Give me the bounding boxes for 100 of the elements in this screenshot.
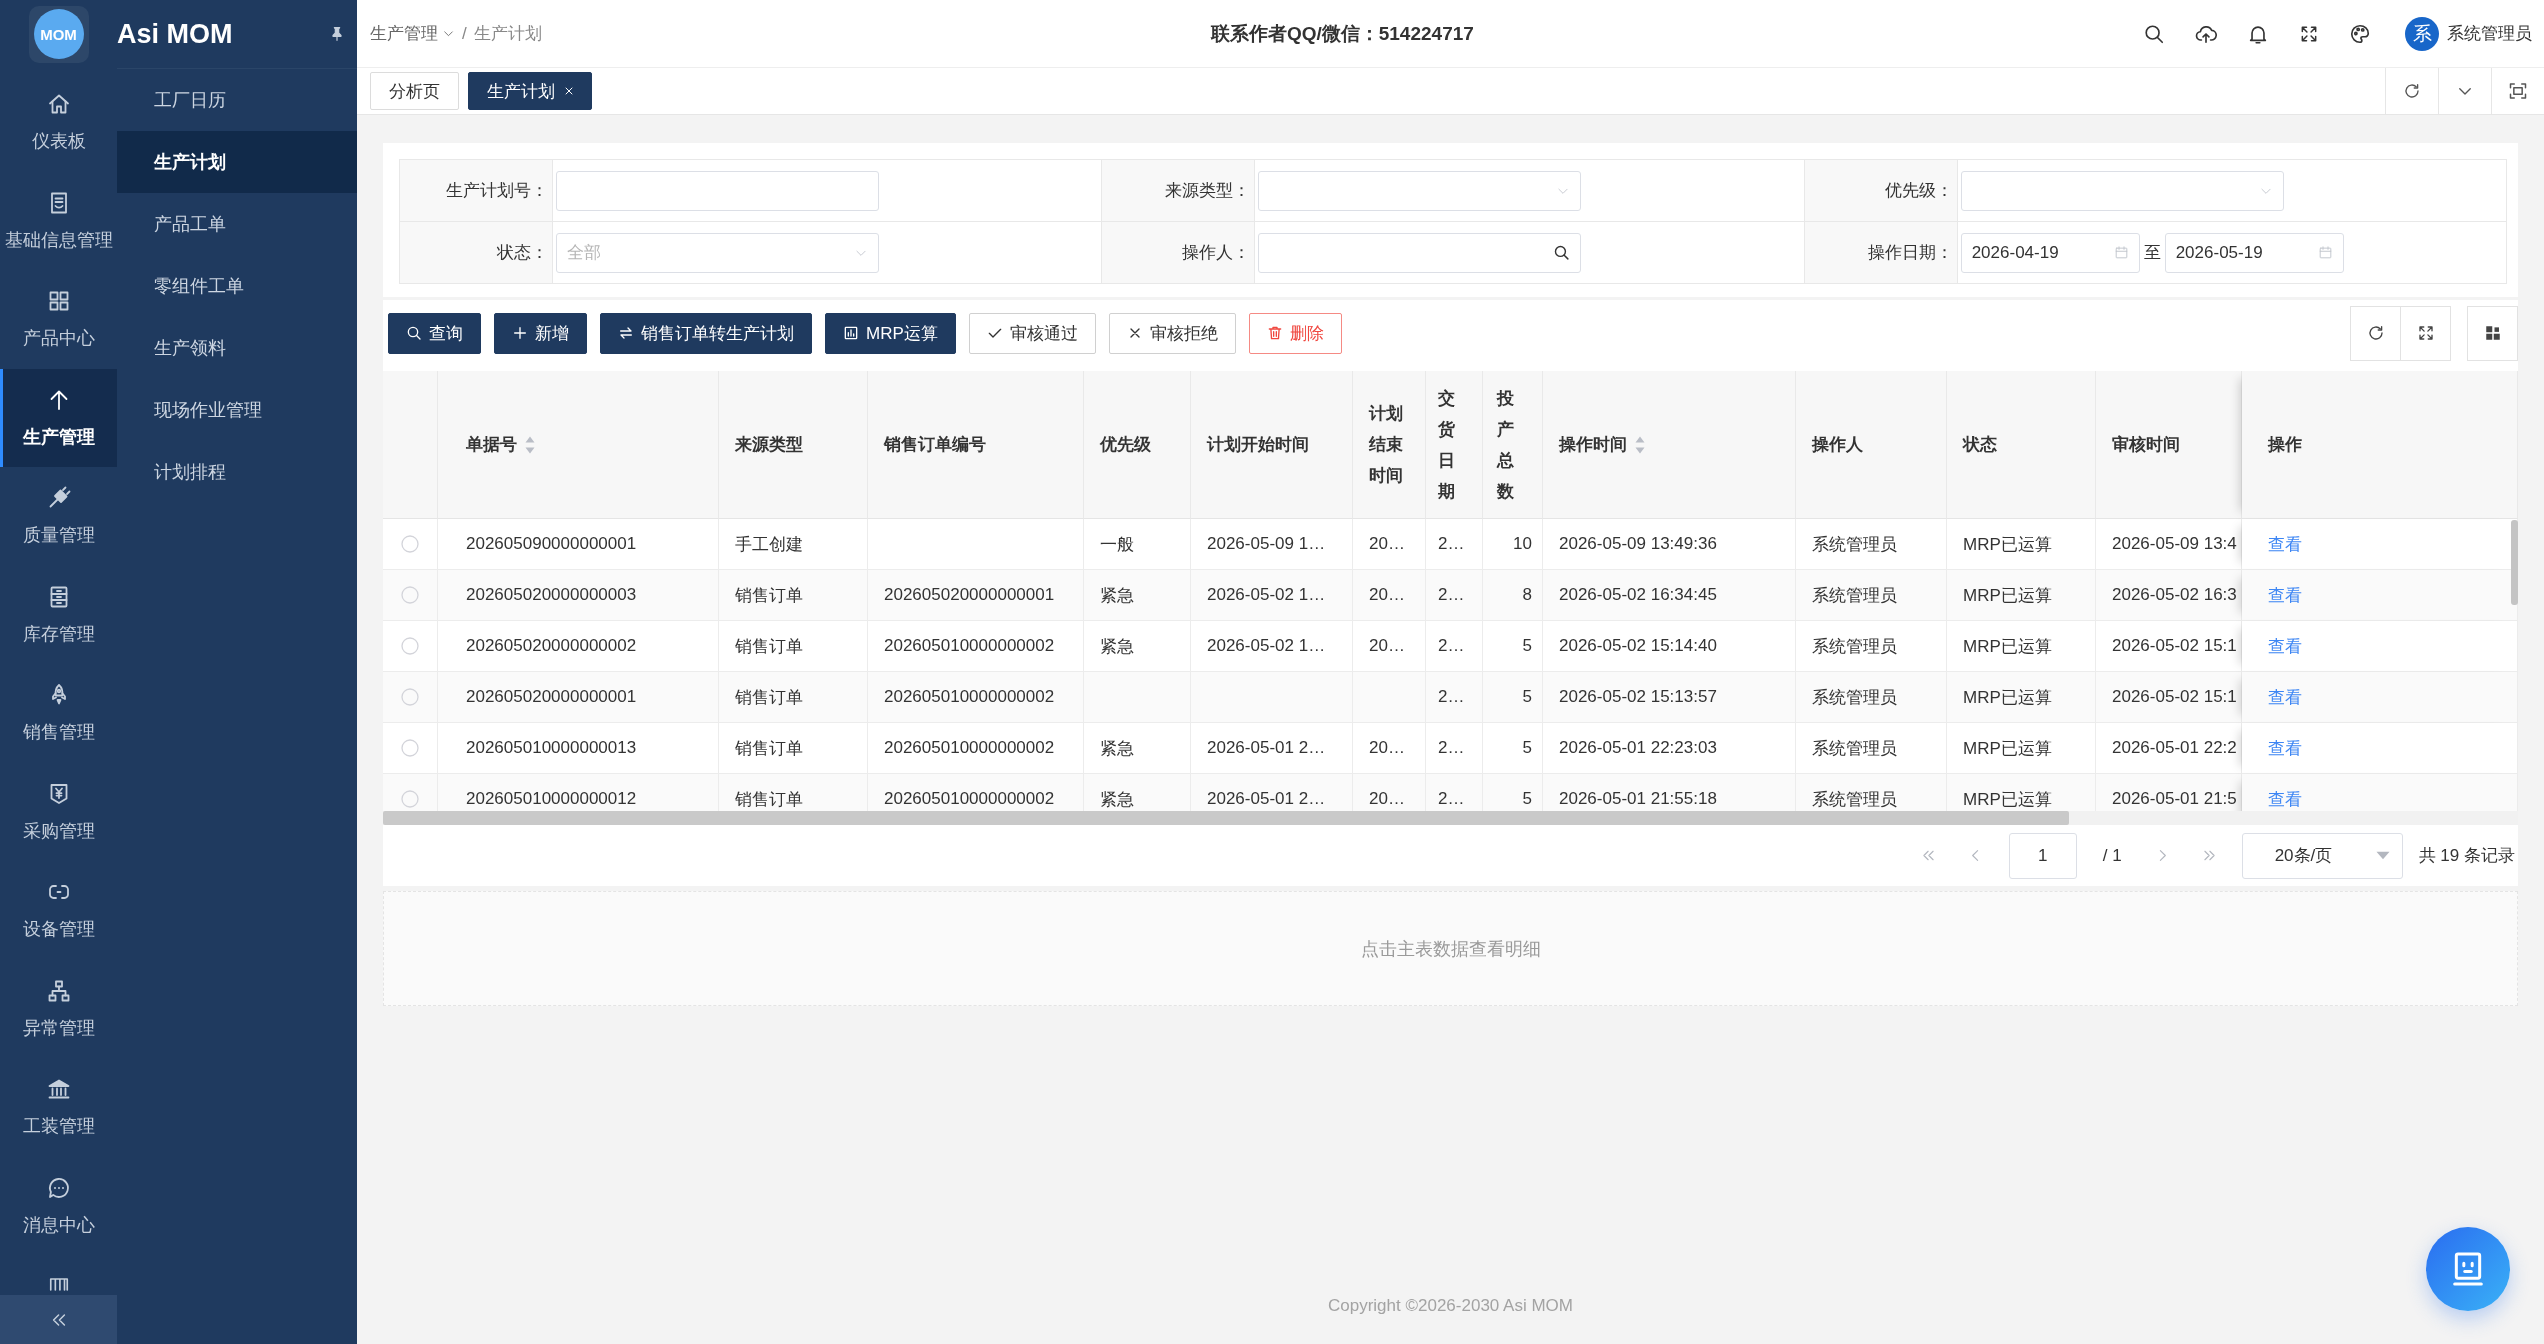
nav-item[interactable]: 采购管理 <box>0 762 117 861</box>
view-link[interactable]: 查看 <box>2268 636 2302 656</box>
tab[interactable]: 分析页 <box>370 72 459 110</box>
nav-item[interactable]: 仪表板 <box>0 73 117 172</box>
radio-button[interactable] <box>401 535 419 553</box>
toolbar-button[interactable]: 审核通过 <box>968 312 1096 354</box>
toolbar-button[interactable]: 查询 <box>388 312 481 354</box>
table-cell: MRP已运算 <box>1947 774 2096 811</box>
submenu-item[interactable]: 零组件工单 <box>117 255 357 317</box>
view-link[interactable]: 查看 <box>2268 687 2302 707</box>
nav-item[interactable]: 产品中心 <box>0 270 117 369</box>
nav-item[interactable]: 设备管理 <box>0 861 117 960</box>
column-header: 计划结束时间 <box>1369 403 1403 487</box>
submenu-item[interactable]: 现场作业管理 <box>117 379 357 441</box>
toolbar-button[interactable]: MRP运算 <box>825 312 956 354</box>
scrollbar-thumb[interactable] <box>2511 520 2518 605</box>
calendar-icon <box>2113 245 2129 260</box>
search-field[interactable] <box>1258 232 1582 273</box>
nav-item[interactable]: 基础信息管理 <box>0 171 117 270</box>
refresh-button[interactable] <box>2350 305 2401 361</box>
submenu-item[interactable]: 生产领料 <box>117 317 357 379</box>
breadcrumb-link[interactable]: 生产管理 <box>370 22 455 45</box>
app-logo: MOM <box>28 5 89 63</box>
table-cell: MRP已运算 <box>1947 621 2096 672</box>
nav-item[interactable]: 消息中心 <box>0 1156 117 1255</box>
submenu-item[interactable]: 工厂日历 <box>117 69 357 131</box>
table-cell: 20… <box>1353 519 1426 570</box>
submenu-item[interactable]: 产品工单 <box>117 193 357 255</box>
view-link[interactable]: 查看 <box>2268 738 2302 758</box>
close-icon[interactable] <box>563 85 575 97</box>
page-input[interactable]: 1 <box>2008 832 2077 879</box>
date-field[interactable]: 2026-04-19 <box>1960 232 2140 273</box>
avatar[interactable]: 系 <box>2405 16 2439 51</box>
hint-text: 点击主表数据查看明细 <box>1360 937 1541 961</box>
palette-icon[interactable] <box>2349 22 2371 45</box>
table-cell: 紧急 <box>1084 774 1191 811</box>
column-header: 交货日期 <box>1438 387 1455 503</box>
table-cell: MRP已运算 <box>1947 570 2096 621</box>
table-cell: 202605090000000001 <box>438 519 719 570</box>
column-header: 计划开始时间 <box>1207 434 1309 456</box>
table-cell: 2026-05-02 16:34:45 <box>1543 570 1796 621</box>
fullscreen-button[interactable] <box>2400 305 2451 361</box>
table-cell: 2… <box>1426 570 1483 621</box>
nav-item[interactable]: 生产管理 <box>0 368 117 467</box>
search-icon[interactable] <box>2143 22 2165 45</box>
trash-icon <box>1266 325 1283 341</box>
table-cell: 系统管理员 <box>1796 774 1947 811</box>
record-count: 共 19 条记录 <box>2418 845 2515 867</box>
toolbar-button[interactable]: 新增 <box>494 312 587 354</box>
table-cell: 2… <box>1426 519 1483 570</box>
nav-item[interactable]: 质量管理 <box>0 467 117 566</box>
bank-icon <box>46 1077 71 1101</box>
table-cell: 系统管理员 <box>1796 621 1947 672</box>
date-field[interactable]: 2026-05-19 <box>2164 232 2344 273</box>
select-field[interactable] <box>1258 170 1582 211</box>
view-link[interactable]: 查看 <box>2268 534 2302 554</box>
table-cell: 2026-05-01 2… <box>1191 774 1353 811</box>
table-cell: 2026-05-01 21:5 <box>2096 774 2242 811</box>
table-cell: 一般 <box>1084 519 1191 570</box>
tab[interactable]: 生产计划 <box>468 72 592 110</box>
submenu-item[interactable]: 计划排程 <box>117 441 357 503</box>
table-cell: 紧急 <box>1084 723 1191 774</box>
nav-item[interactable]: 库存管理 <box>0 565 117 664</box>
view-link[interactable]: 查看 <box>2268 585 2302 605</box>
assistant-button[interactable] <box>2426 1227 2510 1311</box>
view-link[interactable]: 查看 <box>2268 789 2302 809</box>
pin-icon[interactable] <box>329 24 345 44</box>
toolbar-button[interactable]: 审核拒绝 <box>1108 312 1236 354</box>
input-field[interactable] <box>556 170 879 211</box>
nav-item[interactable]: 异常管理 <box>0 959 117 1058</box>
radio-button[interactable] <box>401 637 419 655</box>
table-cell: MRP已运算 <box>1947 672 2096 723</box>
field-label: 操作人： <box>1102 222 1256 284</box>
nav-item[interactable]: 工装管理 <box>0 1058 117 1157</box>
radio-button[interactable] <box>401 586 419 604</box>
building-icon <box>47 1277 70 1291</box>
scrollbar-thumb[interactable] <box>383 811 2069 825</box>
user-name[interactable]: 系统管理员 <box>2447 22 2532 45</box>
table-cell: 2026-05-09 1… <box>1191 519 1353 570</box>
column-header: 操作 <box>2268 434 2302 456</box>
collapse-button[interactable] <box>0 1295 117 1344</box>
submenu-item[interactable]: 生产计划 <box>117 131 357 193</box>
sort-icon[interactable] <box>1635 435 1645 454</box>
table-cell: 销售订单 <box>719 672 868 723</box>
radio-button[interactable] <box>401 790 419 808</box>
toolbar-button[interactable]: 销售订单转生产计划 <box>600 312 812 354</box>
radio-button[interactable] <box>401 739 419 757</box>
nav-item[interactable]: 销售管理 <box>0 664 117 763</box>
table-cell: 紧急 <box>1084 621 1191 672</box>
toolbar-button[interactable]: 删除 <box>1248 312 1342 354</box>
layout-button[interactable] <box>2467 305 2518 361</box>
refresh-icon <box>2366 324 2385 342</box>
breadcrumb-item: 生产计划 <box>473 23 542 45</box>
table-cell: 手工创建 <box>719 519 868 570</box>
sort-icon[interactable] <box>525 435 535 454</box>
radio-button[interactable] <box>401 688 419 706</box>
copyright-text: Copyright ©2026-2030 Asi MOM <box>1328 1296 1573 1315</box>
table-cell: 系统管理员 <box>1796 519 1947 570</box>
select-field[interactable] <box>1960 170 2284 211</box>
page-size-select[interactable]: 20条/页 <box>2241 832 2403 879</box>
